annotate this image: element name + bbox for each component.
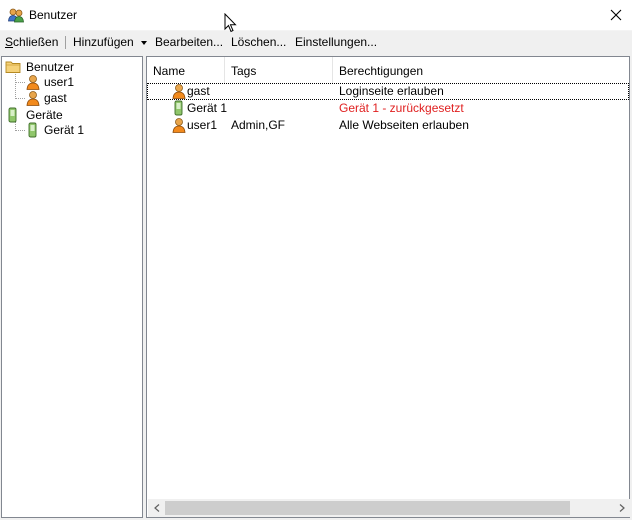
cell-name: Gerät 1 bbox=[187, 101, 228, 115]
device-icon bbox=[28, 122, 38, 138]
tree-node-geraet-1[interactable]: Gerät 1 bbox=[25, 122, 135, 138]
tree-connector bbox=[15, 130, 25, 131]
folder-icon bbox=[5, 59, 21, 75]
window-title: Benutzer bbox=[29, 8, 78, 22]
table-row[interactable]: Gerät 1 Gerät 1 - zurückgesetzt bbox=[147, 100, 629, 117]
mouse-cursor-icon bbox=[224, 13, 237, 33]
cell-permissions: Gerät 1 - zurückgesetzt bbox=[339, 101, 464, 115]
tree-label: user1 bbox=[44, 75, 75, 89]
menu-schliessen-rest: chließen bbox=[13, 35, 59, 49]
user-icon bbox=[171, 83, 187, 99]
users-app-icon bbox=[8, 7, 24, 23]
column-header-name[interactable]: Name bbox=[147, 57, 225, 83]
menu-einstellungen[interactable]: Einstellungen... bbox=[295, 35, 377, 49]
close-icon bbox=[610, 9, 622, 21]
title-bar: Benutzer bbox=[0, 0, 632, 30]
tree-connector bbox=[15, 82, 25, 83]
menu-bar: Schließen Hinzufügen Bearbeiten... Lösch… bbox=[0, 30, 632, 53]
cell-permissions: Loginseite erlauben bbox=[339, 84, 444, 98]
user-icon bbox=[25, 74, 41, 90]
menu-bearbeiten[interactable]: Bearbeiten... bbox=[155, 35, 223, 49]
table-row[interactable]: user1 Admin,GF Alle Webseiten erlauben bbox=[147, 117, 629, 134]
device-icon bbox=[174, 100, 184, 116]
horizontal-scrollbar[interactable] bbox=[148, 499, 630, 517]
tree-node-gast[interactable]: gast bbox=[25, 90, 135, 106]
scroll-left-arrow-icon[interactable] bbox=[148, 499, 165, 517]
tree-connector bbox=[15, 98, 25, 99]
menu-schliessen[interactable]: Schließen bbox=[5, 35, 58, 49]
tree-label: Geräte bbox=[26, 108, 63, 122]
cell-tags: Admin,GF bbox=[231, 118, 286, 132]
close-button[interactable] bbox=[600, 0, 632, 30]
tree-node-geraete[interactable]: Geräte bbox=[5, 107, 135, 123]
list-view[interactable]: Name Tags Berechtigungen gast Loginseite… bbox=[146, 56, 630, 518]
column-header-tags[interactable]: Tags bbox=[225, 57, 333, 83]
column-header-permissions[interactable]: Berechtigungen bbox=[333, 57, 629, 83]
tree-node-benutzer[interactable]: Benutzer bbox=[5, 59, 135, 75]
scroll-right-arrow-icon[interactable] bbox=[613, 499, 630, 517]
menu-hinzufuegen[interactable]: Hinzufügen bbox=[73, 35, 134, 49]
menu-loeschen[interactable]: Löschen... bbox=[231, 35, 286, 49]
table-row[interactable]: gast Loginseite erlauben bbox=[147, 83, 629, 100]
chevron-down-icon[interactable] bbox=[141, 41, 147, 45]
device-icon bbox=[8, 107, 18, 123]
tree-view[interactable]: Benutzer user1 gast Geräte Gerät 1 bbox=[1, 56, 143, 518]
scrollbar-thumb[interactable] bbox=[165, 501, 570, 515]
user-icon bbox=[25, 90, 41, 106]
tree-label: gast bbox=[44, 91, 67, 105]
user-icon bbox=[171, 117, 187, 133]
tree-connector bbox=[15, 74, 16, 99]
tree-node-user1[interactable]: user1 bbox=[25, 74, 135, 90]
cell-name: gast bbox=[187, 84, 210, 98]
tree-label: Gerät 1 bbox=[44, 123, 85, 137]
menu-separator bbox=[65, 36, 66, 49]
tree-label: Benutzer bbox=[26, 60, 75, 74]
cell-permissions: Alle Webseiten erlauben bbox=[339, 118, 469, 132]
cell-name: user1 bbox=[187, 118, 218, 132]
